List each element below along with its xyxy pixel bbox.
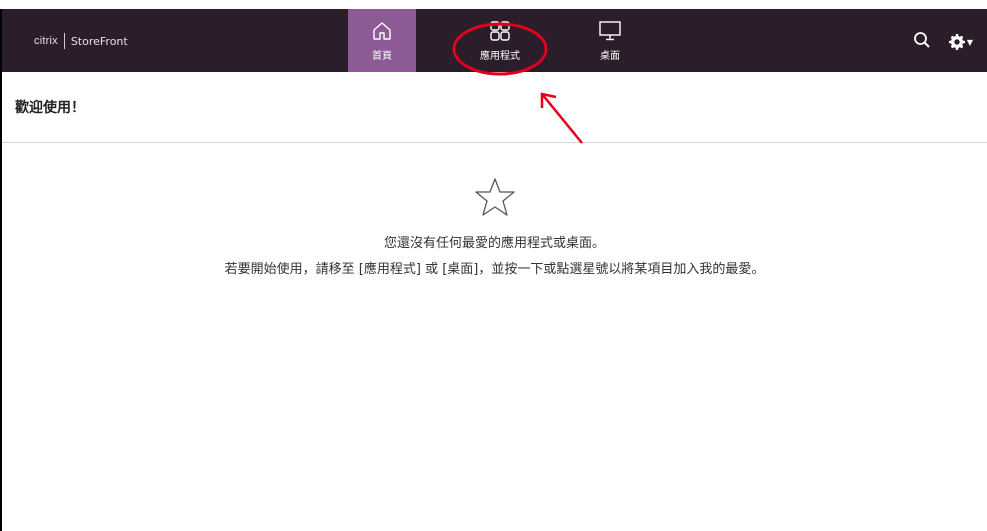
welcome-bar: 歡迎使用！ (2, 72, 987, 143)
empty-message-line1: 您還沒有任何最愛的應用程式或桌面。 (383, 236, 605, 251)
tab-home-label: 首頁 (372, 51, 392, 62)
brand-divider (63, 33, 65, 49)
settings-menu[interactable]: ▼ (948, 34, 973, 50)
top-navbar: citrix StoreFront 首頁 應用程式 桌面 ▼ (2, 9, 987, 72)
home-icon (371, 19, 393, 43)
citrix-logo: citrix (34, 35, 58, 47)
empty-message-line2: 若要開始使用，請移至 [應用程式] 或 [桌面]，並按一下或點選星號以將某項目加… (224, 262, 765, 277)
gear-icon (948, 34, 965, 50)
brand: citrix StoreFront (34, 33, 128, 49)
star-icon (474, 178, 515, 216)
header-actions: ▼ (913, 31, 973, 53)
top-white-strip (0, 0, 987, 9)
tab-desktops-label: 桌面 (600, 51, 620, 62)
page-title: 歡迎使用！ (15, 100, 85, 116)
favorites-empty-state: 您還沒有任何最愛的應用程式或桌面。 若要開始使用，請移至 [應用程式] 或 [桌… (2, 176, 987, 277)
tab-desktops[interactable]: 桌面 (576, 9, 644, 72)
desktop-monitor-icon (598, 19, 622, 43)
apps-grid-icon (489, 19, 511, 43)
tab-apps-label: 應用程式 (480, 51, 520, 62)
tab-home[interactable]: 首頁 (348, 9, 416, 72)
chevron-down-icon: ▼ (966, 37, 973, 47)
search-icon[interactable] (913, 31, 931, 53)
product-name: StoreFront (70, 34, 128, 48)
tab-apps[interactable]: 應用程式 (466, 9, 534, 72)
